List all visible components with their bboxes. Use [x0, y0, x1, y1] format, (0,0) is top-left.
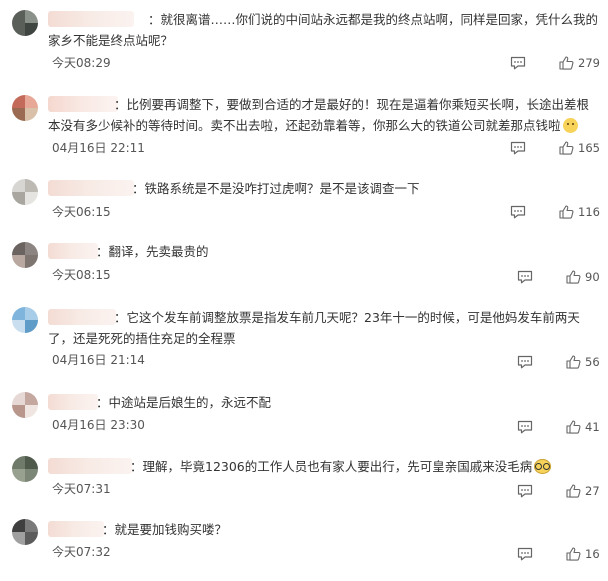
comment-text: ：翻译，先卖最贵的 [96, 244, 209, 259]
avatar[interactable] [12, 10, 38, 36]
like-button[interactable]: 27 [566, 484, 600, 498]
reply-icon[interactable] [517, 355, 533, 369]
thumbs-up-icon [566, 547, 581, 561]
comment-text: ：它这个发车前调整放票是指发车前几天呢？23年十一的时候，可是他妈发车前两天了，… [48, 310, 580, 346]
comment-time: 04月16日 22:11 [52, 141, 145, 155]
thumbs-up-icon [566, 270, 581, 284]
thumbs-up-icon [559, 56, 574, 70]
like-button[interactable]: 56 [566, 355, 600, 369]
avatar[interactable] [12, 392, 38, 418]
like-count: 16 [585, 547, 600, 561]
like-count: 27 [585, 484, 600, 498]
like-count: 90 [585, 270, 600, 284]
like-button[interactable]: 41 [566, 420, 600, 434]
doge-emoji-icon [562, 118, 578, 133]
thumbs-up-icon [566, 355, 581, 369]
reply-icon[interactable] [510, 56, 526, 70]
like-count: 279 [578, 56, 600, 70]
reply-icon[interactable] [510, 205, 526, 219]
like-count: 116 [578, 205, 600, 219]
like-count: 41 [585, 420, 600, 434]
reply-icon[interactable] [517, 547, 533, 561]
thumbs-up-icon [566, 484, 581, 498]
like-count: 56 [585, 355, 600, 369]
avatar[interactable] [12, 179, 38, 205]
like-button[interactable]: 165 [559, 141, 600, 155]
like-count: 165 [578, 141, 600, 155]
comment-time: 今天08:15 [52, 268, 111, 282]
avatar[interactable] [12, 456, 38, 482]
reply-icon[interactable] [517, 270, 533, 284]
thumbs-up-icon [559, 141, 574, 155]
comment-text: ：就是要加钱购买喽？ [102, 522, 228, 537]
comment-text: ：理解，毕竟12306的工作人员也有家人要出行，先可皇亲国戚来没毛病 [48, 456, 598, 477]
reply-icon[interactable] [517, 484, 533, 498]
comment-time: 今天08:29 [52, 56, 111, 70]
like-button[interactable]: 90 [566, 270, 600, 284]
like-button[interactable]: 116 [559, 205, 600, 219]
avatar[interactable] [12, 519, 38, 545]
avatar[interactable] [12, 307, 38, 333]
comment-text: ：比例要再调整下，要做到合适的才是最好的！现在是逼着你乘短买长啊，长途出差根本没… [48, 97, 590, 133]
comment-time: 今天07:32 [52, 545, 111, 559]
comment-text: ：就很离谱……你们说的中间站永远都是我的终点站啊，同样是回家，凭什么我的家乡不能… [48, 12, 599, 48]
like-button[interactable]: 16 [566, 547, 600, 561]
glasses-emoji-icon [534, 459, 552, 474]
thumbs-up-icon [559, 205, 574, 219]
comment-time: 今天06:15 [52, 205, 111, 219]
comment-time: 今天07:31 [52, 482, 111, 496]
reply-icon[interactable] [510, 141, 526, 155]
comment-text: ：中途站是后娘生的，永远不配 [96, 395, 272, 410]
comment-time: 04月16日 21:14 [52, 353, 145, 367]
comment-time: 04月16日 23:30 [52, 418, 145, 432]
like-button[interactable]: 279 [559, 56, 600, 70]
avatar[interactable] [12, 95, 38, 121]
reply-icon[interactable] [517, 420, 533, 434]
comment-text: ：铁路系统是不是没咋打过虎啊？是不是该调查一下 [132, 181, 420, 196]
thumbs-up-icon [566, 420, 581, 434]
avatar[interactable] [12, 242, 38, 268]
